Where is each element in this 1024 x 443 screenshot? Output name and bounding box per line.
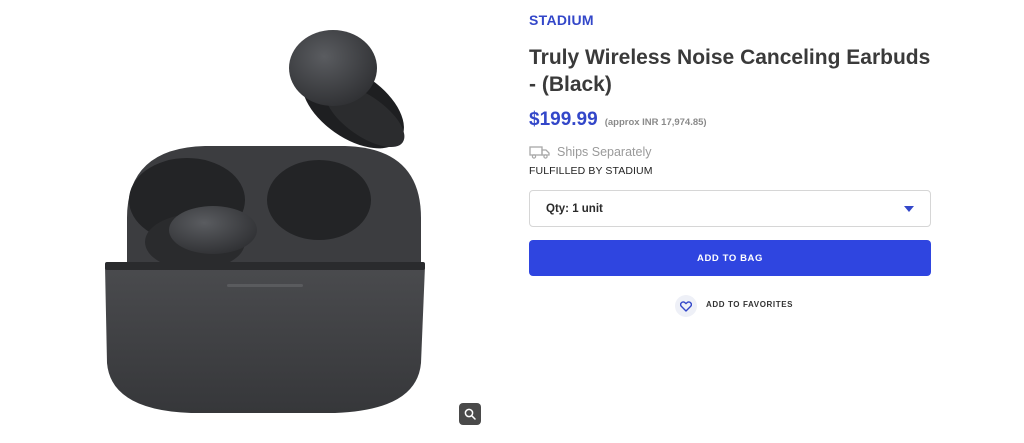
heart-icon — [680, 300, 692, 312]
product-title: Truly Wireless Noise Canceling Earbuds -… — [529, 46, 931, 96]
product-image — [105, 30, 425, 413]
quantity-select[interactable]: Qty: 1 unit — [529, 190, 931, 227]
magnifier-icon — [464, 408, 476, 420]
caret-down-icon — [904, 205, 914, 212]
truck-icon — [529, 146, 550, 159]
add-to-bag-button[interactable]: ADD TO BAG — [529, 240, 931, 276]
price-row: $199.99 (approx INR 17,974.85) — [529, 109, 707, 131]
add-to-favorites-button[interactable]: ADD TO FAVORITES — [675, 291, 793, 317]
fulfilled-text: FULFILLED BY STADIUM — [529, 165, 653, 177]
favorite-icon-wrap — [675, 295, 697, 317]
shipping-text: Ships Separately — [557, 145, 652, 159]
add-to-favorites-label: ADD TO FAVORITES — [706, 299, 794, 309]
approx-price: (approx INR 17,974.85) — [604, 117, 707, 128]
quantity-value: Qty: 1 unit — [546, 202, 603, 215]
brand-link[interactable]: STADIUM — [529, 12, 594, 28]
zoom-button[interactable] — [459, 403, 481, 425]
price: $199.99 — [529, 109, 598, 130]
product-image-area — [0, 0, 500, 443]
shipping-info: Ships Separately — [529, 145, 652, 159]
